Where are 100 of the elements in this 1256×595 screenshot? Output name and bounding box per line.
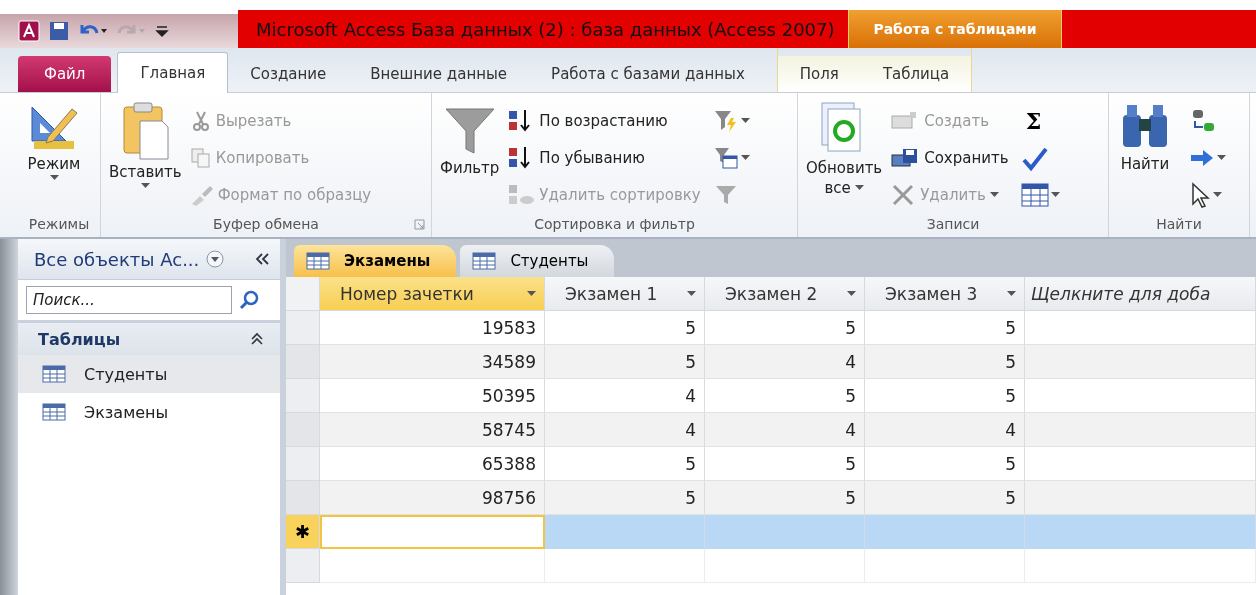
- ribbon-tab[interactable]: Создание: [228, 56, 349, 92]
- table-cell: 58745: [320, 413, 545, 447]
- row-selector[interactable]: [286, 413, 320, 447]
- group-label: Записи: [926, 216, 980, 232]
- dropdown-circle-icon: [205, 249, 226, 269]
- clipboard-icon: [120, 101, 171, 161]
- row-selector[interactable]: [286, 481, 320, 515]
- collapse-icon[interactable]: [250, 332, 264, 346]
- group-label: Найти: [1156, 216, 1202, 232]
- table-cell: 98756: [320, 481, 545, 515]
- nav-item-label: Студенты: [84, 364, 168, 384]
- caret-icon: [847, 290, 856, 297]
- table-icon: [472, 252, 497, 270]
- document-tab[interactable]: Экзамены: [294, 245, 457, 277]
- caret-icon: [740, 154, 750, 161]
- ribbon-tab[interactable]: Таблица: [860, 56, 972, 92]
- row-selector[interactable]: [286, 379, 320, 413]
- table-icon: [42, 403, 66, 421]
- table-cell: 5: [545, 311, 705, 345]
- ribbon-large-button[interactable]: Фильтр: [436, 101, 504, 211]
- new-record-field[interactable]: [320, 515, 545, 549]
- dialog-launcher-icon[interactable]: [414, 219, 425, 230]
- ribbon-large-button[interactable]: Вставить: [105, 101, 186, 211]
- caret-icon: [1217, 154, 1226, 161]
- row-selector: [286, 549, 320, 583]
- ribbon-tab[interactable]: Главная: [117, 52, 229, 93]
- collapse-pane-icon[interactable]: [254, 252, 270, 266]
- table-cell: 5: [705, 481, 865, 515]
- tab-label: Студенты: [510, 252, 589, 270]
- table-cell: 5: [865, 345, 1025, 379]
- table-cell: 4: [865, 413, 1025, 447]
- sum-button[interactable]: Σ: [1020, 107, 1047, 134]
- tab-label: Экзамены: [344, 252, 431, 270]
- column-header[interactable]: Экзамен 1: [545, 277, 705, 311]
- select-all-corner[interactable]: [286, 277, 320, 311]
- document-tab[interactable]: Студенты: [460, 245, 615, 277]
- table-cell: 5: [865, 379, 1025, 413]
- table-cell: 5: [545, 345, 705, 379]
- ribbon-tab[interactable]: Внешние данные: [348, 56, 530, 92]
- table-cell: 4: [705, 345, 865, 379]
- caret-icon: [140, 183, 150, 189]
- table-cell: 65388: [320, 447, 545, 481]
- table-cell: 19583: [320, 311, 545, 345]
- table-cell: 4: [705, 413, 865, 447]
- ribbon-large-button[interactable]: Обновить все: [802, 101, 887, 211]
- copy-icon: [189, 146, 212, 169]
- ribbon-large-button[interactable]: Найти: [1113, 101, 1177, 211]
- table-cell: 34589: [320, 345, 545, 379]
- ribbon-button[interactable]: По убыванию: [507, 142, 701, 173]
- search-icon: [238, 289, 260, 311]
- row-selector[interactable]: [286, 447, 320, 481]
- nav-section-header[interactable]: Таблицы: [18, 323, 280, 355]
- table-icon: [42, 365, 66, 383]
- column-header[interactable]: Номер зачетки: [320, 277, 545, 311]
- context-tab-group-title: Работа с таблицами: [848, 10, 1062, 48]
- group-label: Режимы: [28, 216, 90, 232]
- column-header[interactable]: Экзамен 2: [705, 277, 865, 311]
- ribbon-button[interactable]: По возрастанию: [507, 105, 701, 136]
- ribbon-button[interactable]: Сохранить: [890, 142, 1009, 173]
- table-cell: 5: [705, 379, 865, 413]
- caret-icon: [854, 185, 864, 191]
- caret-icon: [1213, 191, 1222, 198]
- table-cell: 5: [705, 447, 865, 481]
- table-cell: 5: [705, 311, 865, 345]
- search-field[interactable]: Поиск...: [26, 286, 232, 314]
- save-icon: [48, 20, 70, 42]
- table-cell: 5: [545, 481, 705, 515]
- table-cell: 5: [865, 447, 1025, 481]
- table-cell: 5: [865, 311, 1025, 345]
- table-cell: 5: [865, 481, 1025, 515]
- row-selector[interactable]: [286, 311, 320, 345]
- table-cell: 5: [545, 447, 705, 481]
- caret-icon: [1050, 191, 1060, 198]
- nav-item[interactable]: Студенты: [18, 355, 280, 393]
- nav-item-label: Экзамены: [84, 402, 169, 422]
- section-title: Таблицы: [38, 329, 121, 349]
- group-label: Сортировка и фильтр: [534, 216, 695, 232]
- ribbon-large-button[interactable]: Режим: [22, 101, 86, 211]
- caret-icon: [989, 191, 999, 198]
- row-selector[interactable]: [286, 345, 320, 379]
- table-cell: 50395: [320, 379, 545, 413]
- ribbon-tab[interactable]: Файл: [18, 56, 112, 92]
- caret-icon: [687, 290, 696, 297]
- app-logo-icon: [18, 20, 40, 42]
- window-title: Microsoft Access База данных (2) : база данных (Access 2007): [238, 10, 848, 48]
- nav-item[interactable]: Экзамены: [18, 393, 280, 431]
- table-icon: [1020, 181, 1049, 208]
- group-label: Буфер обмена: [213, 216, 319, 232]
- caret-icon: [527, 290, 536, 297]
- table-icon: [306, 252, 330, 270]
- new-record-marker: ✱: [286, 515, 320, 549]
- ribbon-tab[interactable]: Поля: [777, 56, 861, 92]
- caret-icon: [1007, 290, 1016, 297]
- column-header[interactable]: Щелкните для доба: [1025, 277, 1256, 311]
- caret-icon: [49, 175, 59, 181]
- pointer-icon: [1189, 181, 1211, 208]
- ribbon-tab[interactable]: Работа с базами данных: [529, 56, 767, 92]
- column-header[interactable]: Экзамен 3: [865, 277, 1025, 311]
- caret-icon: [740, 117, 750, 124]
- table-cell: 4: [545, 379, 705, 413]
